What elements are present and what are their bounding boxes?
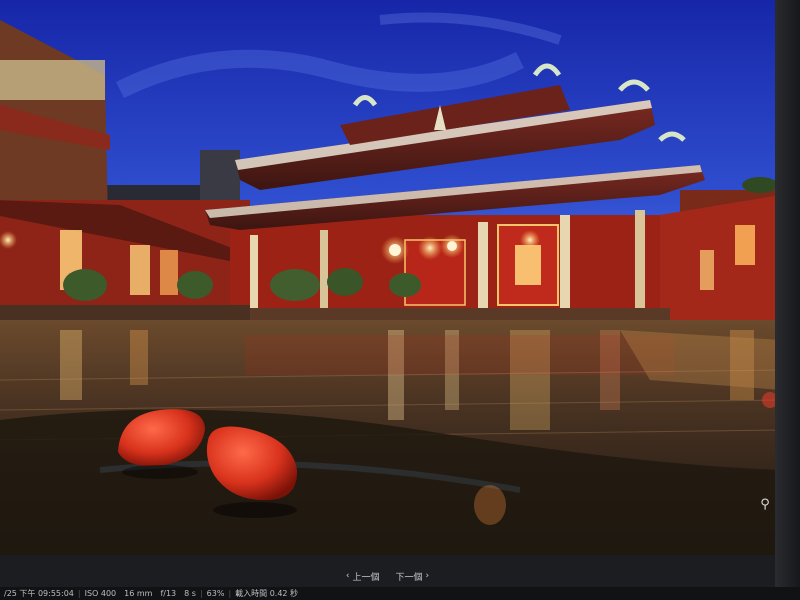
status-bar: /25 下午 09:55:04 | ISO 400 16 mm f/13 8 s… (0, 587, 800, 600)
right-side-building (660, 195, 782, 320)
monitor-bezel (775, 0, 800, 600)
viewer-navigation: ‹ 上一個 下一個 › (0, 565, 775, 587)
chevron-left-icon: ‹ (345, 571, 350, 581)
photo-viewer-screen: ⚲ ‹ 上一個 下一個 › /25 下午 09:55:04 | ISO 400 … (0, 0, 800, 600)
displayed-photo[interactable] (0, 0, 782, 555)
chevron-right-icon: › (425, 571, 430, 581)
status-focal-length: 16 mm (124, 589, 153, 598)
magnifier-icon[interactable]: ⚲ (756, 496, 774, 514)
previous-button[interactable]: ‹ 上一個 (346, 570, 380, 583)
status-shutter: 8 s (184, 589, 196, 598)
temple-night-photo (0, 0, 782, 555)
status-datetime: /25 下午 09:55:04 (4, 589, 74, 598)
status-aperture: f/13 (160, 589, 177, 598)
next-button[interactable]: 下一個 › (396, 570, 430, 583)
status-load-time: 載入時間 0.42 秒 (235, 589, 299, 598)
status-zoom: 63% (206, 589, 225, 598)
previous-label: 上一個 (352, 572, 380, 583)
status-iso: ISO 400 (84, 589, 117, 598)
next-label: 下一個 (395, 572, 423, 583)
